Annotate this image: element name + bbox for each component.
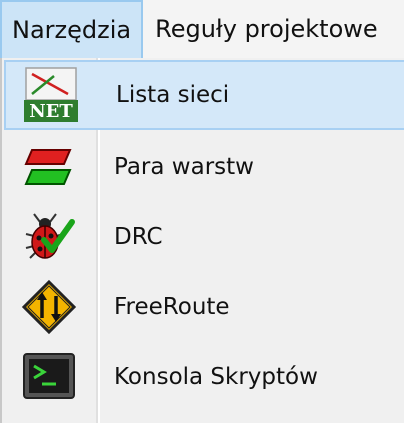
layer-pair-icon [14,132,84,202]
menu-item-freeroute[interactable]: FreeRoute [4,272,404,342]
menu-narzedzia[interactable]: Narzędzia [0,0,144,58]
menu-item-konsola-skryptow[interactable]: Konsola Skryptów [4,342,404,412]
menu-bar: Narzędzia Reguły projektowe [0,0,404,58]
menu-item-drc[interactable]: DRC [4,202,404,272]
menu-item-label: DRC [114,224,163,250]
menu-item-label: Para warstw [114,154,254,180]
netlist-icon: NET [16,60,86,130]
menu-item-para-warstw[interactable]: Para warstw [4,132,404,202]
menu-item-label: Konsola Skryptów [114,364,318,390]
menu-item-lista-sieci[interactable]: NET Lista sieci [4,60,404,130]
freeroute-sign-icon [14,272,84,342]
netlist-icon-text: NET [29,101,73,122]
tools-dropdown-menu: NET Lista sieci Para warstw DRC FreeRout… [0,58,404,423]
menu-reguly-projektowe[interactable]: Reguły projektowe [143,0,390,58]
menu-item-label: Lista sieci [116,82,230,108]
menu-item-label: FreeRoute [114,294,230,320]
script-console-icon [14,342,84,412]
drc-bug-icon [14,202,84,272]
